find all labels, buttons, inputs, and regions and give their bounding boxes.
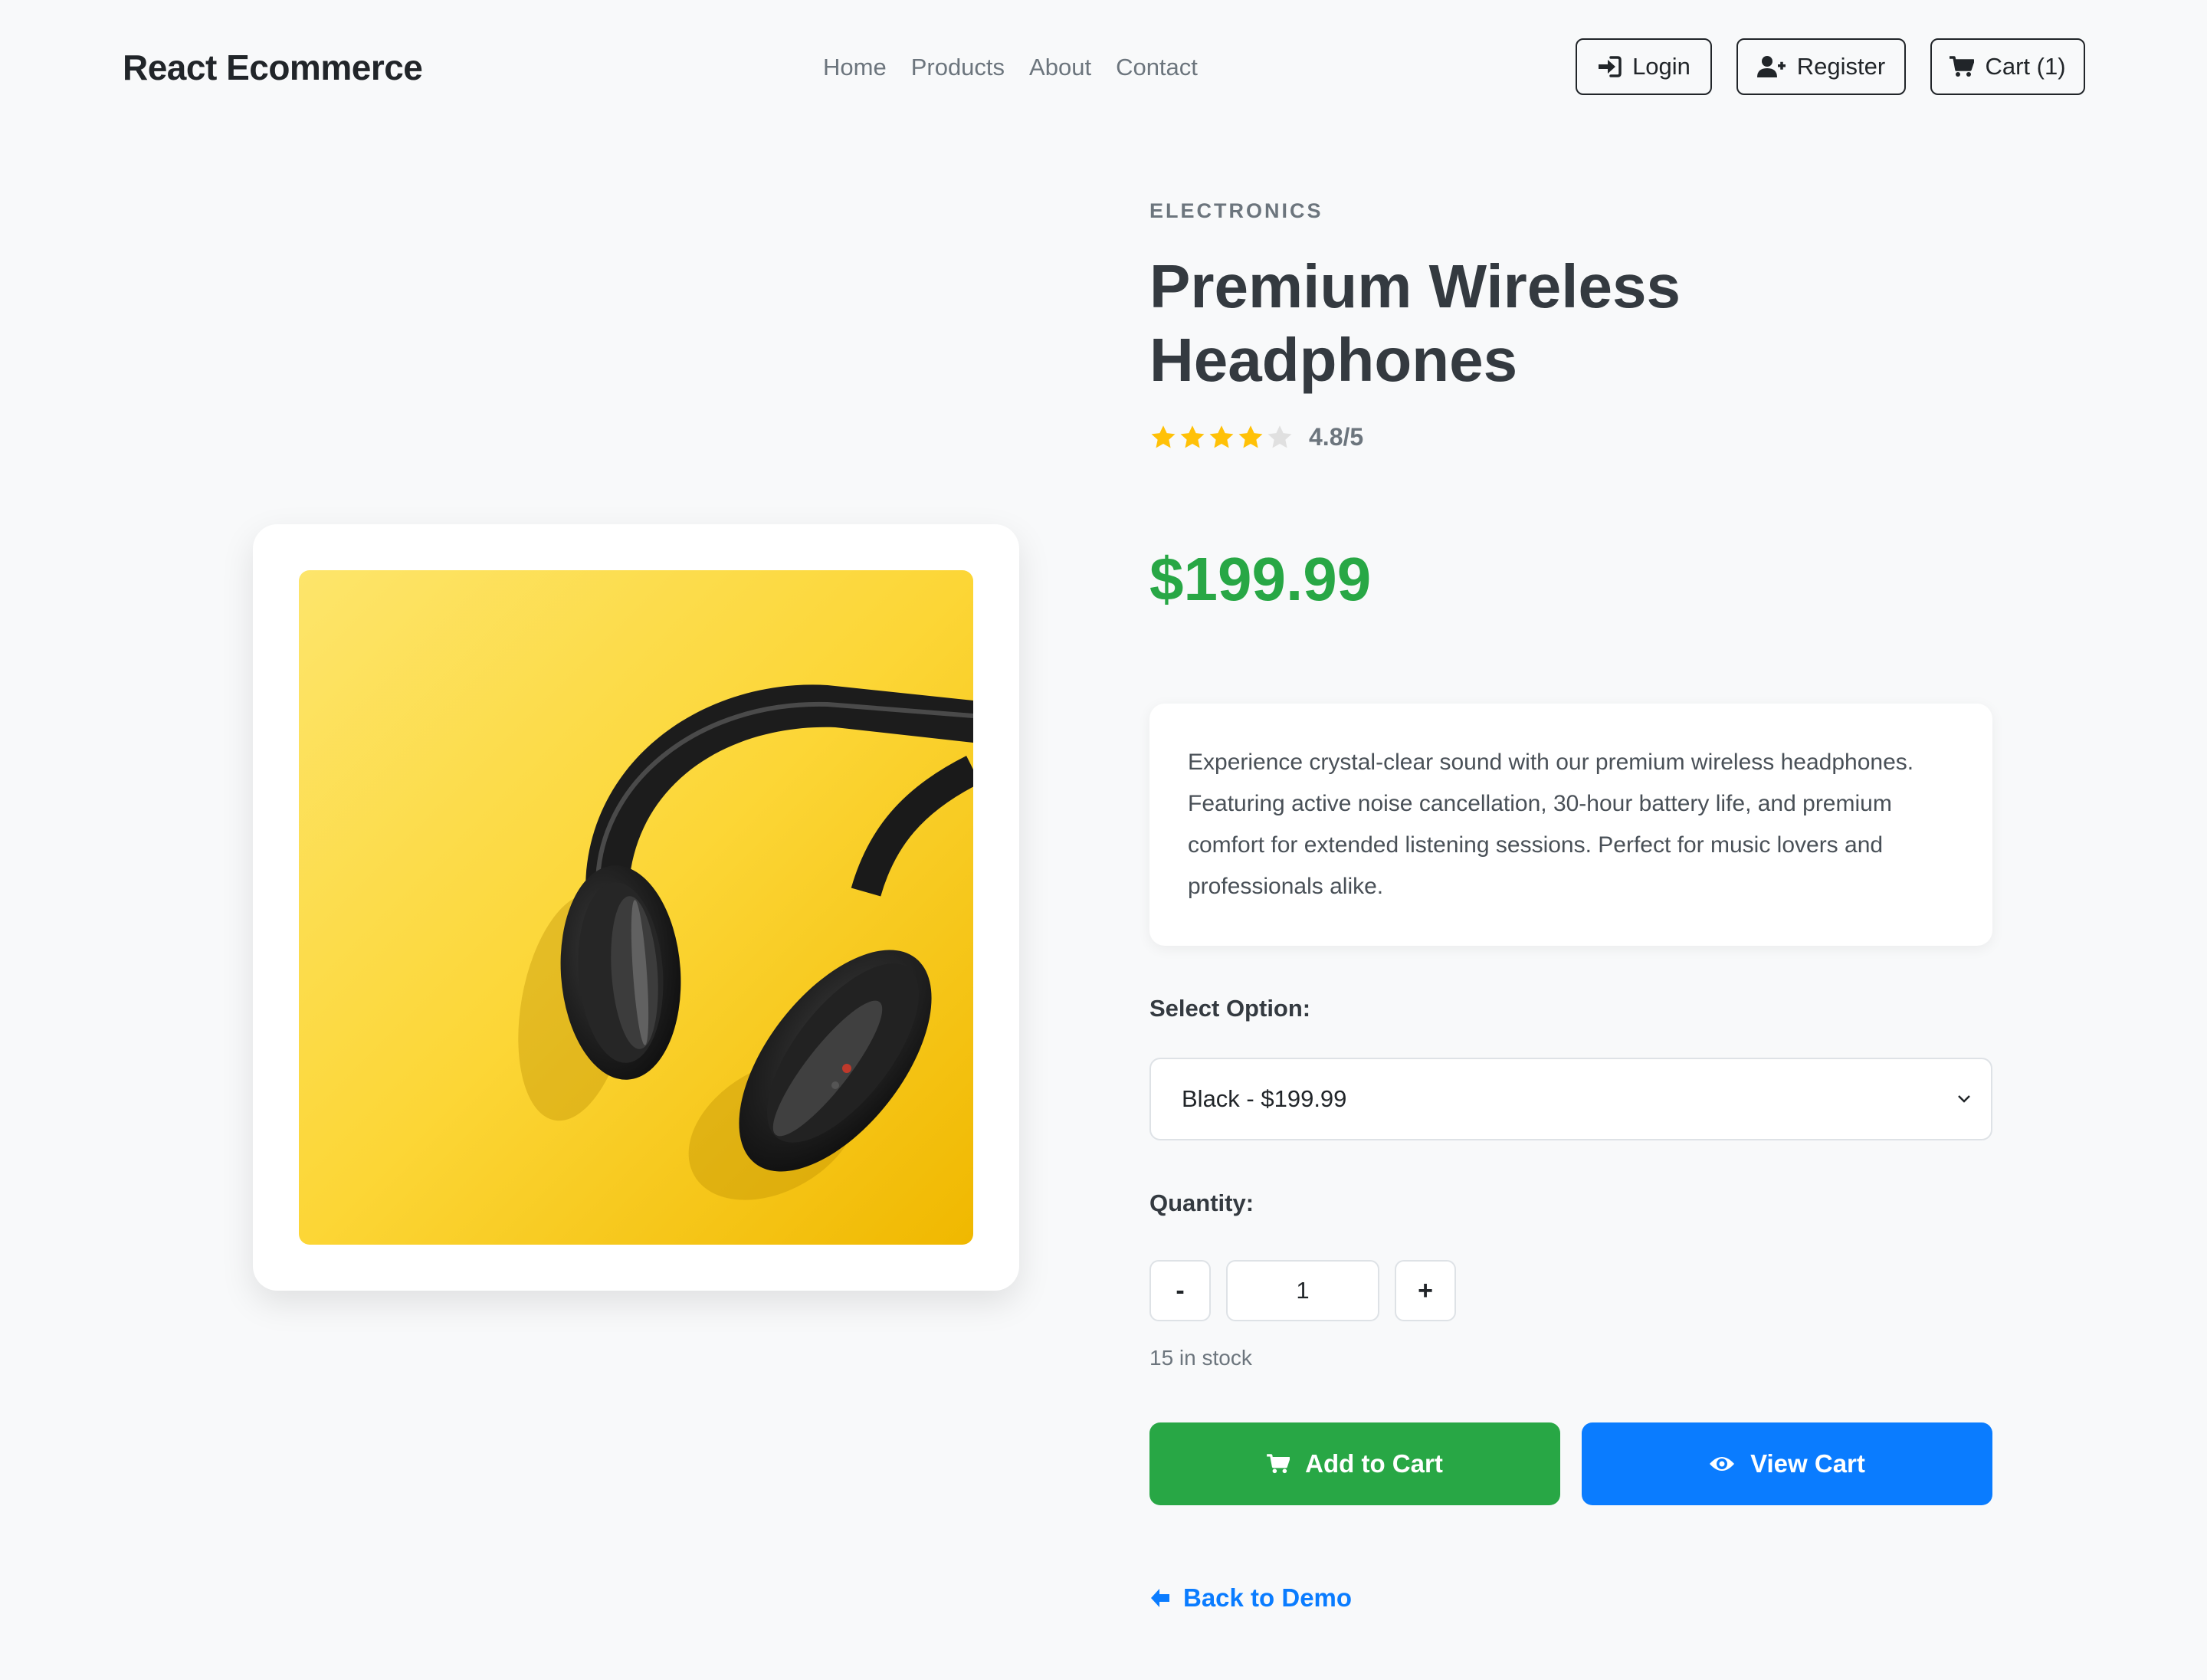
rating-value: 4.8/5 — [1309, 423, 1364, 451]
back-to-demo-label: Back to Demo — [1183, 1583, 1353, 1612]
brand-logo[interactable]: React Ecommerce — [123, 43, 423, 92]
register-label: Register — [1796, 53, 1886, 80]
cart-label: Cart (1) — [1985, 53, 2066, 80]
nav-link-home[interactable]: Home — [823, 49, 887, 86]
sign-in-icon — [1597, 55, 1622, 78]
nav-link-contact[interactable]: Contact — [1116, 49, 1198, 86]
product-title: Premium Wireless Headphones — [1149, 252, 1681, 394]
product-image — [299, 570, 973, 1245]
user-plus-icon — [1756, 55, 1786, 78]
stock-status: 15 in stock — [1149, 1346, 1252, 1370]
quantity-decrease-button[interactable]: - — [1149, 1260, 1211, 1321]
nav-links: Home Products About Contact — [823, 49, 1222, 86]
add-to-cart-button[interactable]: Add to Cart — [1149, 1422, 1560, 1505]
view-cart-label: View Cart — [1750, 1449, 1865, 1478]
register-button[interactable]: Register — [1736, 38, 1906, 95]
chevron-down-icon — [1956, 1090, 1973, 1111]
option-select[interactable]: Black - $199.99 — [1149, 1058, 1992, 1140]
back-to-demo-link[interactable]: Back to Demo — [1149, 1583, 1352, 1613]
login-button[interactable]: Login — [1576, 38, 1712, 95]
eye-icon — [1709, 1455, 1735, 1473]
nav-link-products[interactable]: Products — [911, 49, 1005, 86]
option-selected-value: Black - $199.99 — [1182, 1085, 1347, 1112]
star-empty-icon — [1267, 425, 1292, 448]
product-category: ELECTRONICS — [1149, 199, 1323, 222]
nav-buttons: Login Register Cart (1) — [1576, 38, 2085, 95]
product-rating: 4.8/5 — [1149, 423, 1363, 451]
login-label: Login — [1632, 53, 1691, 80]
quantity-increase-button[interactable]: + — [1395, 1260, 1456, 1321]
quantity-label: Quantity: — [1149, 1189, 1254, 1216]
option-label: Select Option: — [1149, 995, 1311, 1022]
description-card: Experience crystal-clear sound with our … — [1149, 704, 1992, 946]
cart-button[interactable]: Cart (1) — [1930, 38, 2085, 95]
nav-link-about[interactable]: About — [1029, 49, 1091, 86]
add-to-cart-label: Add to Cart — [1305, 1449, 1443, 1478]
star-rating — [1149, 424, 1294, 451]
quantity-input[interactable] — [1226, 1260, 1379, 1321]
headphones-illustration — [299, 570, 973, 1245]
star-filled-icon — [1180, 425, 1205, 448]
star-filled-icon — [1151, 425, 1176, 448]
shopping-cart-icon — [1950, 56, 1975, 77]
shopping-cart-icon — [1267, 1454, 1290, 1474]
product-image-card — [253, 524, 1019, 1291]
star-filled-icon — [1238, 425, 1263, 448]
arrow-left-icon — [1149, 1587, 1171, 1609]
view-cart-button[interactable]: View Cart — [1582, 1422, 1992, 1505]
star-filled-icon — [1209, 425, 1234, 448]
product-description: Experience crystal-clear sound with our … — [1188, 750, 1914, 899]
product-price: $199.99 — [1149, 545, 1372, 613]
navbar: React Ecommerce Home Products About Cont… — [0, 0, 2207, 136]
